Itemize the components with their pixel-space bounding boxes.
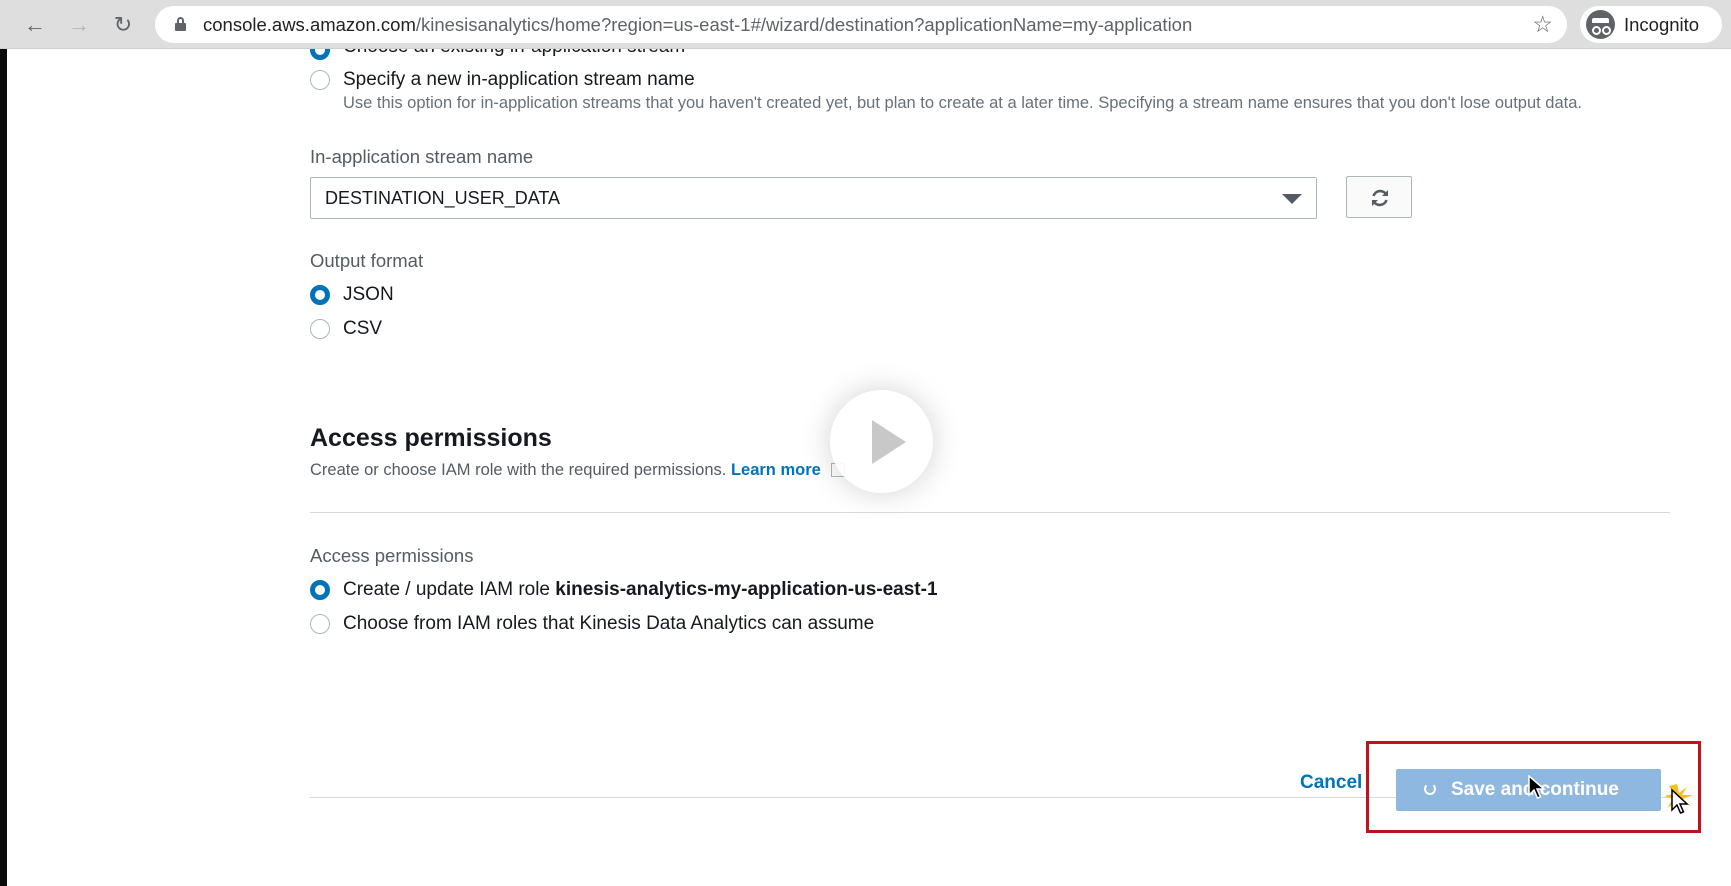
iam-role-name: kinesis-analytics-my-application-us-east… (555, 579, 938, 600)
radio-existing-stream[interactable] (310, 49, 330, 60)
access-permissions-field-label: Access permissions (310, 545, 474, 566)
lock-icon (175, 17, 186, 31)
stream-name-value: DESTINATION_USER_DATA (325, 188, 561, 208)
address-bar[interactable]: console.aws.amazon.com/kinesisanalytics/… (155, 6, 1567, 43)
existing-stream-label: Choose an existing in-application stream (343, 49, 685, 58)
stream-name-label: In-application stream name (310, 146, 534, 167)
radio-create-role[interactable] (310, 580, 330, 600)
bookmark-star-icon[interactable]: ☆ (1532, 11, 1553, 38)
cancel-button[interactable]: Cancel (1300, 772, 1362, 794)
back-icon[interactable]: ← (22, 12, 48, 38)
click-burst-icon (1664, 784, 1693, 814)
section-divider (310, 512, 1670, 513)
forward-icon[interactable]: → (66, 12, 92, 38)
reload-icon[interactable]: ↻ (110, 12, 136, 38)
radio-json[interactable] (310, 285, 330, 305)
access-description-text: Create or choose IAM role with the requi… (310, 461, 727, 479)
stream-name-select[interactable]: DESTINATION_USER_DATA (310, 177, 1317, 219)
json-label: JSON (343, 284, 394, 305)
refresh-icon (1372, 189, 1388, 207)
refresh-streams-button[interactable] (1346, 176, 1412, 218)
access-permissions-heading: Access permissions (310, 424, 552, 452)
choose-role-label: Choose from IAM roles that Kinesis Data … (343, 613, 875, 634)
learn-more-link[interactable]: Learn more (731, 461, 821, 479)
radio-new-stream[interactable] (310, 70, 330, 90)
new-stream-help: Use this option for in-application strea… (343, 94, 1582, 112)
new-stream-label: Specify a new in-application stream name (343, 69, 695, 90)
radio-csv[interactable] (310, 319, 330, 339)
url-text: console.aws.amazon.com/kinesisanalytics/… (203, 6, 1192, 43)
mouse-pointer-icon (1528, 775, 1546, 799)
access-permissions-description: Create or choose IAM role with the requi… (310, 461, 846, 480)
video-play-icon[interactable] (830, 390, 933, 493)
output-format-label: Output format (310, 250, 424, 271)
incognito-label: Incognito (1624, 14, 1700, 35)
incognito-badge[interactable]: Incognito (1580, 6, 1722, 43)
url-host: console.aws.amazon.com (203, 14, 416, 35)
url-path: /kinesisanalytics/home?region=us-east-1#… (415, 14, 1193, 35)
browser-toolbar: ← → ↻ console.aws.amazon.com/kinesisanal… (0, 0, 1731, 49)
create-role-prefix: Create / update IAM role (343, 579, 550, 600)
radio-choose-role[interactable] (310, 614, 330, 634)
csv-label: CSV (343, 318, 383, 339)
caret-down-icon (1282, 194, 1302, 204)
incognito-icon (1586, 10, 1615, 39)
create-role-label: Create / update IAM role kinesis-analyti… (343, 579, 938, 601)
